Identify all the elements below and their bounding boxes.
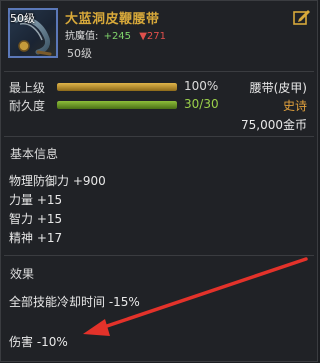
item-level-badge: 50级 (10, 12, 35, 25)
anti-magic-label: 抗魔值: (65, 31, 99, 42)
price: 75,000金币 (241, 118, 307, 132)
stat-line: 精神 +17 (9, 231, 63, 245)
max-level-bar (57, 83, 177, 91)
item-type: 腰带(皮甲) (249, 81, 307, 95)
item-tooltip-panel: 50级 大蓝洞皮鞭腰带 抗魔值: +245 ▼271 50级 最上级 100% … (0, 0, 318, 362)
effect-line: 伤害 -10% (9, 335, 68, 349)
anti-magic-stat: 抗魔值: +245 ▼271 (65, 27, 166, 42)
rarity-epic: 史诗 (282, 99, 307, 113)
max-level-label: 最上级 (9, 81, 46, 95)
basic-info-title: 基本信息 (10, 147, 59, 161)
divider (4, 71, 314, 72)
edit-icon[interactable] (293, 9, 311, 25)
divider (4, 255, 314, 256)
item-name: 大蓝洞皮鞭腰带 (65, 12, 160, 27)
durability-bar-fill (57, 101, 177, 109)
max-level-bar-fill (57, 83, 177, 91)
max-level-value: 100% (184, 79, 219, 93)
durability-label: 耐久度 (9, 99, 46, 113)
stat-line: 智力 +15 (9, 212, 63, 226)
effects-title: 效果 (10, 267, 35, 281)
effect-line: 全部技能冷却时间 -15% (9, 295, 140, 309)
durability-bar (57, 101, 177, 109)
required-level: 50级 (67, 47, 92, 60)
divider (4, 136, 314, 137)
durability-value: 30/30 (184, 97, 219, 111)
tooltip-header: 50级 大蓝洞皮鞭腰带 抗魔值: +245 ▼271 50级 (1, 1, 319, 69)
anti-magic-plus: +245 (103, 31, 132, 42)
durability-row: 耐久度 30/30 (9, 97, 309, 113)
stat-line: 力量 +15 (9, 193, 63, 207)
stat-line: 物理防御力 +900 (9, 174, 106, 188)
anti-magic-minus: ▼271 (139, 31, 166, 42)
